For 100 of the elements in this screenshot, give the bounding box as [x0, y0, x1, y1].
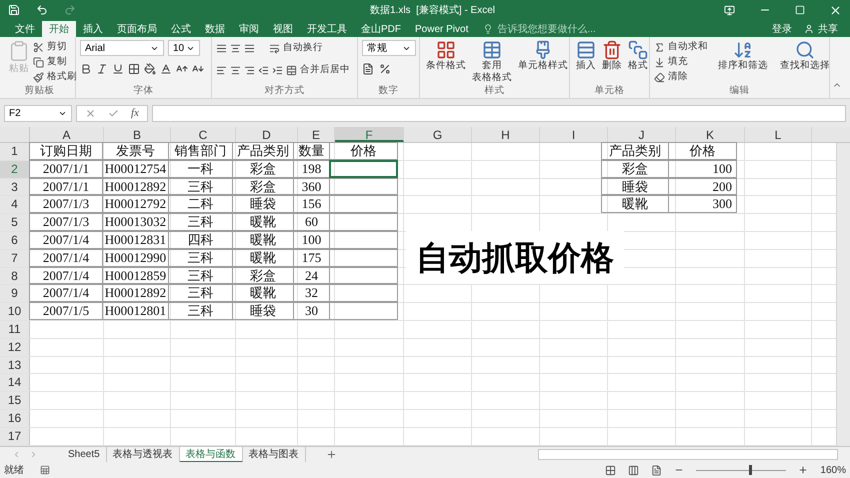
align-center-icon[interactable] — [230, 64, 241, 76]
border-icon[interactable] — [128, 63, 140, 75]
underline-icon[interactable] — [112, 63, 124, 75]
column-header[interactable]: F — [335, 127, 404, 142]
sheet-tab[interactable]: 表格与函数 — [180, 446, 243, 462]
cancel-icon[interactable] — [85, 108, 96, 118]
italic-icon[interactable] — [96, 63, 108, 75]
ribbon-tab[interactable]: 数据 — [198, 21, 232, 37]
insert-function-button[interactable]: fx — [131, 104, 139, 122]
row-header[interactable]: 16 — [0, 410, 30, 427]
row-header[interactable]: 1 — [0, 143, 30, 160]
font-color-icon[interactable] — [160, 63, 172, 75]
format-painter-button[interactable]: 格式刷 — [33, 70, 77, 84]
ribbon-tab[interactable]: 审阅 — [232, 21, 266, 37]
active-cell[interactable] — [329, 160, 398, 178]
save-icon[interactable] — [8, 4, 20, 16]
row-header[interactable]: 13 — [0, 356, 30, 374]
search-icon — [795, 40, 815, 60]
ribbon-tab[interactable]: 开始 — [42, 21, 76, 37]
row-header[interactable]: 17 — [0, 428, 30, 445]
zoom-slider[interactable] — [696, 465, 786, 475]
row-header[interactable]: 8 — [0, 268, 30, 284]
ribbon-button[interactable]: 插入 — [574, 40, 598, 72]
ribbon-tab[interactable]: 页面布局 — [110, 21, 164, 37]
row-header[interactable]: 5 — [0, 214, 30, 231]
ribbon-tab[interactable]: 文件 — [8, 21, 42, 37]
font-name-field[interactable]: Arial — [80, 40, 164, 56]
row-header[interactable]: 14 — [0, 374, 30, 392]
column-header[interactable]: H — [472, 127, 540, 142]
row-header[interactable]: 7 — [0, 250, 30, 267]
align-bottom-icon[interactable] — [244, 42, 255, 54]
share-button[interactable]: 共享 — [804, 22, 838, 36]
document-icon[interactable] — [362, 63, 374, 75]
column-header[interactable]: C — [171, 127, 236, 142]
row-header[interactable]: 3 — [0, 178, 30, 196]
column-header[interactable]: D — [236, 127, 298, 142]
wrap-text-button[interactable]: 自动换行 — [269, 41, 323, 55]
zoom-slider-thumb[interactable] — [749, 465, 752, 475]
horizontal-scrollbar[interactable] — [538, 449, 838, 460]
page-layout-icon[interactable] — [628, 464, 640, 476]
indent-increase-icon[interactable] — [272, 64, 283, 76]
bold-icon[interactable] — [80, 63, 92, 75]
enter-icon[interactable] — [108, 108, 119, 118]
vertical-scrollbar[interactable] — [836, 143, 850, 446]
align-top-icon[interactable] — [216, 42, 227, 54]
add-sheet-icon[interactable] — [326, 449, 337, 460]
ribbon-button[interactable]: 单元格样式 — [516, 40, 570, 84]
row-header[interactable]: 2 — [0, 160, 30, 178]
row-header[interactable]: 4 — [0, 196, 30, 214]
ribbon-display-icon[interactable] — [724, 4, 735, 16]
sign-in-link[interactable]: 登录 — [772, 22, 792, 36]
clear-button[interactable]: 清除 — [654, 70, 708, 84]
tell-me-field[interactable]: 告诉我您想要做什么... — [483, 21, 596, 37]
cut-button[interactable]: 剪切 — [33, 40, 77, 54]
font-size-field[interactable]: 10 — [168, 40, 200, 56]
name-box[interactable]: F2 — [4, 104, 72, 122]
undo-icon[interactable] — [36, 4, 48, 16]
ribbon-tab[interactable]: 插入 — [76, 21, 110, 37]
fill-button[interactable]: 填充 — [654, 55, 708, 69]
fill-color-icon[interactable] — [144, 63, 156, 75]
autosum-button[interactable]: 自动求和 — [654, 40, 708, 54]
maximize-icon[interactable] — [795, 5, 805, 15]
close-icon[interactable] — [829, 4, 842, 16]
number-format-field[interactable]: 常规 — [362, 40, 416, 56]
formula-field[interactable] — [152, 104, 846, 122]
ribbon-button[interactable]: 格式 — [626, 40, 650, 72]
ribbon-tab[interactable]: Power Pivot — [408, 21, 476, 37]
ribbon-button[interactable]: 套用 表格格式 — [470, 40, 514, 84]
row-header[interactable]: 12 — [0, 338, 30, 356]
page-break-icon[interactable] — [651, 464, 662, 476]
merge-center-button[interactable]: 合并后居中 — [286, 63, 350, 77]
table-cell: 暖靴 — [232, 284, 294, 302]
ribbon-button[interactable]: 查找和选择 — [778, 40, 832, 84]
indent-decrease-icon[interactable] — [258, 64, 269, 76]
column-header[interactable]: G — [404, 127, 472, 142]
row-header[interactable]: 11 — [0, 320, 30, 338]
column-header[interactable]: J — [608, 127, 676, 142]
align-left-icon[interactable] — [216, 64, 227, 76]
row-header[interactable]: 15 — [0, 392, 30, 409]
column-header[interactable]: L — [745, 127, 812, 142]
align-right-icon[interactable] — [244, 64, 255, 76]
ribbon-button[interactable]: 删除 — [600, 40, 624, 72]
zoom-in-icon[interactable] — [798, 465, 808, 475]
row-header[interactable]: 10 — [0, 303, 30, 320]
percent-icon[interactable] — [379, 63, 391, 75]
ribbon-tab[interactable]: 视图 — [266, 21, 300, 37]
column-header[interactable]: A — [30, 127, 104, 142]
ribbon-tab[interactable]: 开发工具 — [300, 21, 354, 37]
ribbon-tab[interactable]: 金山PDF — [354, 21, 408, 37]
row-header[interactable]: 6 — [0, 232, 30, 249]
ribbon-button[interactable]: 排序和筛选 — [716, 40, 770, 84]
column-header[interactable]: B — [104, 127, 171, 142]
copy-button[interactable]: 复制 — [33, 55, 77, 69]
ribbon-tab[interactable]: 公式 — [164, 21, 198, 37]
column-header[interactable]: K — [676, 127, 745, 142]
row-header[interactable]: 9 — [0, 285, 30, 302]
normal-view-icon[interactable] — [605, 464, 616, 476]
ribbon-button[interactable]: 条件格式 — [424, 40, 468, 84]
column-header[interactable]: I — [540, 127, 608, 142]
align-middle-icon[interactable] — [230, 42, 241, 54]
